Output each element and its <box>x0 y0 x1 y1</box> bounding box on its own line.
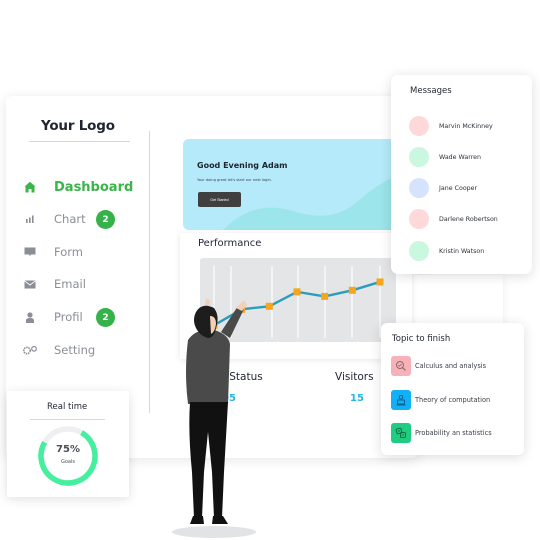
computer-user-icon <box>391 390 411 410</box>
chart-data-point <box>293 288 301 296</box>
message-sender: Kristin Watson <box>439 247 485 255</box>
home-icon <box>22 179 38 195</box>
goal-gauge <box>38 426 98 486</box>
profil-badge: 2 <box>96 308 115 327</box>
gauge-value: 75% <box>56 444 80 455</box>
sidebar-item-profil[interactable]: Profil <box>22 307 83 327</box>
message-sender: Jane Cooper <box>439 184 478 192</box>
messages-title: Messages <box>410 86 452 96</box>
sidebar-divider <box>149 131 150 413</box>
bar-chart-icon <box>22 211 38 227</box>
topic-label: Calculus and analysis <box>415 362 487 370</box>
topic-item[interactable]: Calculus and analysis <box>391 356 486 376</box>
avatar <box>409 178 429 198</box>
performance-title: Performance <box>198 238 262 249</box>
sidebar-item-label: Dashboard <box>54 179 134 195</box>
message-sender: Marvin McKinney <box>439 122 493 130</box>
envelope-icon <box>22 276 38 292</box>
chart-data-point <box>265 302 273 310</box>
sidebar-item-label: Email <box>54 277 86 291</box>
sidebar-item-dashboard[interactable]: Dashboard <box>22 177 133 197</box>
get-started-button[interactable]: Get Started <box>198 192 241 207</box>
chart-data-point <box>321 292 329 300</box>
sidebar-item-chart[interactable]: Chart <box>22 209 86 229</box>
topics-title: Topic to finish <box>392 334 451 344</box>
user-icon <box>22 309 38 325</box>
gears-icon <box>22 342 38 358</box>
visitors-value: 15 <box>350 393 364 404</box>
wave-decoration <box>223 177 395 230</box>
chart-data-point <box>348 286 356 294</box>
gauge-progress <box>38 426 98 486</box>
message-item[interactable]: Jane Cooper <box>409 178 477 198</box>
magnifier-check-icon <box>391 356 411 376</box>
sidebar-item-email[interactable]: Email <box>22 274 86 294</box>
sidebar-item-label: Setting <box>54 343 96 357</box>
gauge-caption: Goals <box>61 459 75 465</box>
topic-item[interactable]: Probability an statistics <box>391 423 492 443</box>
sidebar-item-label: Profil <box>54 310 83 324</box>
logo-divider <box>29 141 130 142</box>
greeting-title: Good Evening Adam <box>197 161 288 170</box>
realtime-divider <box>30 419 105 420</box>
avatar <box>409 116 429 136</box>
avatar <box>409 147 429 167</box>
sidebar-item-label: Chart <box>54 212 86 226</box>
dice-icon <box>391 423 411 443</box>
avatar <box>409 241 429 261</box>
sidebar-item-setting[interactable]: Setting <box>22 340 95 360</box>
topic-item[interactable]: Theory of computation <box>391 390 490 410</box>
greeting-subtitle: Your doing great let's start our next lo… <box>197 178 272 182</box>
chart-data-point <box>376 278 384 286</box>
background-card <box>408 275 503 325</box>
message-item[interactable]: Darlene Robertson <box>409 209 498 229</box>
message-item[interactable]: Marvin McKinney <box>409 116 493 136</box>
realtime-title: Real time <box>47 402 88 412</box>
sidebar-item-label: Form <box>54 245 83 259</box>
visitors-label: Visitors <box>335 371 374 383</box>
logo: Your Logo <box>41 118 115 134</box>
sidebar-item-form[interactable]: Form <box>22 242 83 262</box>
message-sender: Darlene Robertson <box>439 215 498 223</box>
topic-label: Theory of computation <box>415 396 491 404</box>
greeting-banner: Good Evening Adam Your doing great let's… <box>183 139 395 230</box>
message-sender: Wade Warren <box>439 153 482 161</box>
comment-icon <box>22 244 38 260</box>
chart-badge: 2 <box>96 210 115 229</box>
avatar <box>409 209 429 229</box>
message-item[interactable]: Wade Warren <box>409 147 481 167</box>
topic-label: Probability an statistics <box>415 429 492 437</box>
person-illustration <box>172 298 256 538</box>
message-item[interactable]: Kristin Watson <box>409 241 484 261</box>
